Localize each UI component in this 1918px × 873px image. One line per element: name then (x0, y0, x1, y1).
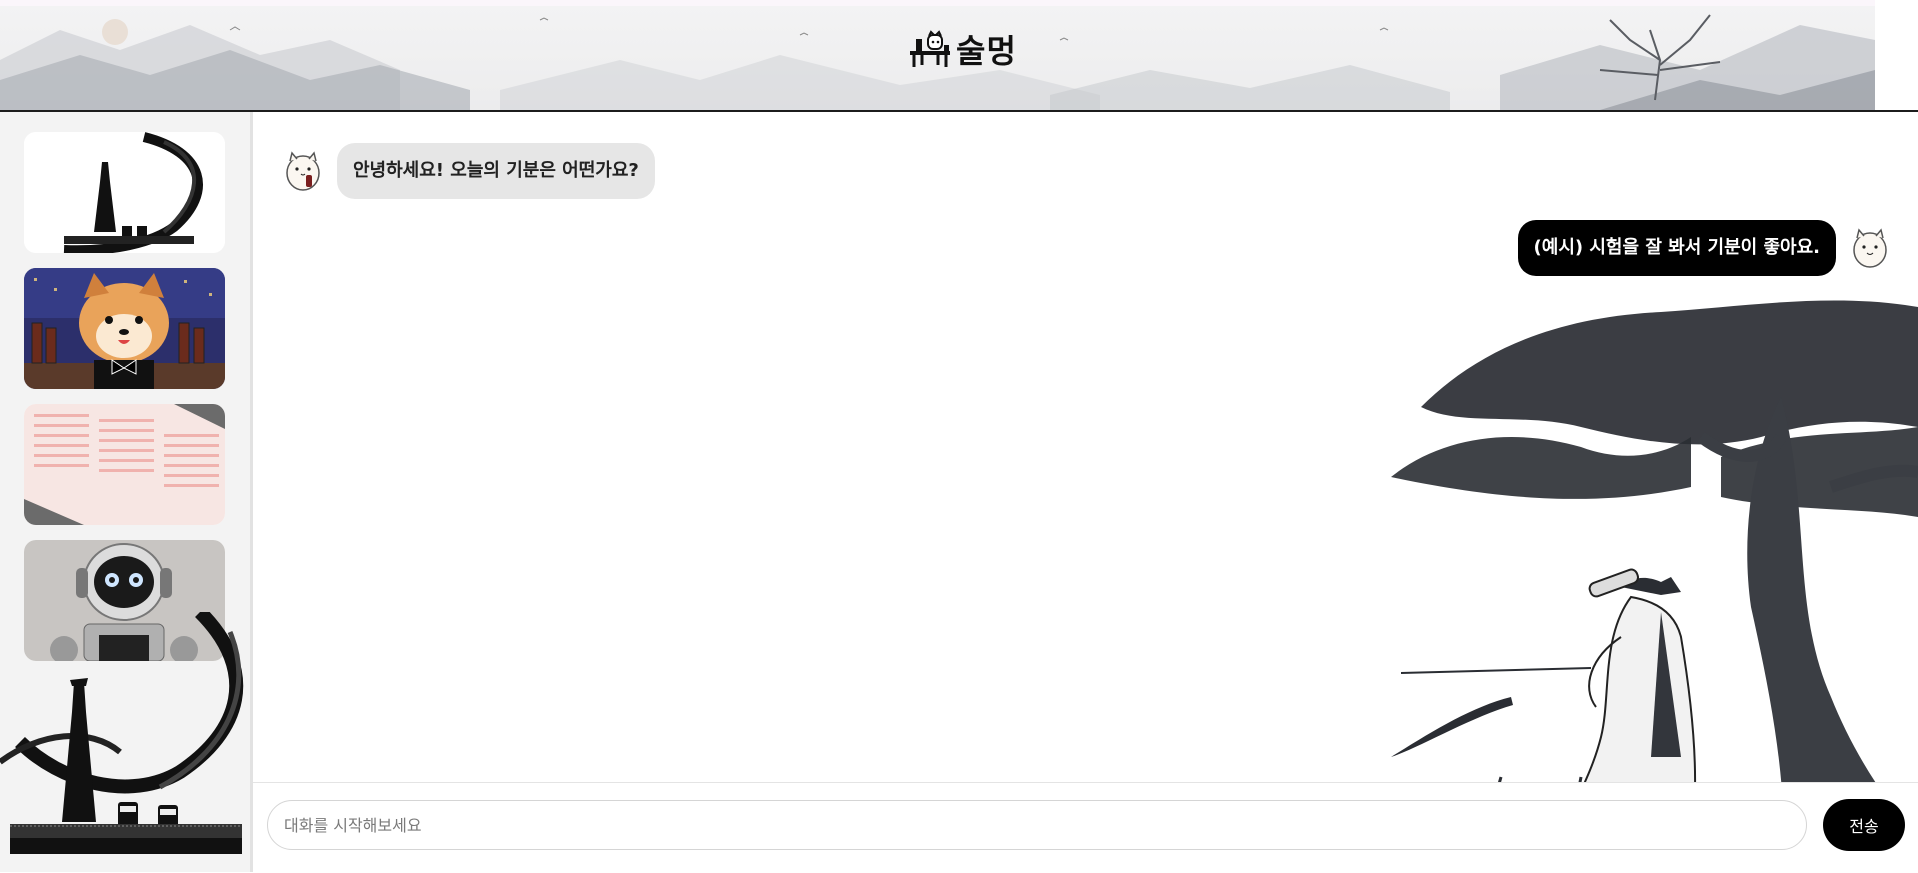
pixel-dog-bartender-card[interactable] (24, 268, 225, 389)
app-title: 술멍 (956, 32, 1017, 70)
header: 술멍 (0, 0, 1875, 110)
bot-avatar-icon (286, 151, 320, 191)
answer-sheet-image (24, 404, 225, 525)
ink-bottle-card[interactable] (24, 132, 225, 253)
chat-area: 안녕하세요! 오늘의 기분은 어떤가요? (예시) 시험을 잘 봐서 기분이 좋… (253, 112, 1918, 782)
user-message-row: (예시) 시험을 잘 봐서 기분이 좋아요. (1517, 220, 1890, 276)
user-message-bubble: (예시) 시험을 잘 봐서 기분이 좋아요. (1517, 220, 1836, 276)
ink-bottle-image (24, 132, 225, 253)
cat-bottle-logo-icon (910, 30, 950, 67)
bot-message-row: 안녕하세요! 오늘의 기분은 어떤가요? (283, 143, 655, 199)
message-composer: 전송 (253, 782, 1918, 873)
bot-message-bubble: 안녕하세요! 오늘의 기분은 어떤가요? (337, 143, 655, 199)
pixel-dog-image (24, 268, 225, 389)
test-sheet-card[interactable] (24, 404, 225, 525)
brand[interactable]: 술멍 (908, 24, 1017, 74)
sidebar (0, 112, 253, 872)
user-avatar-icon (1853, 228, 1887, 268)
ink-bottle-sidebar-art (0, 612, 244, 854)
send-button[interactable]: 전송 (1823, 799, 1905, 851)
message-input[interactable] (267, 800, 1807, 850)
scholar-under-tree-art (1391, 300, 1918, 782)
